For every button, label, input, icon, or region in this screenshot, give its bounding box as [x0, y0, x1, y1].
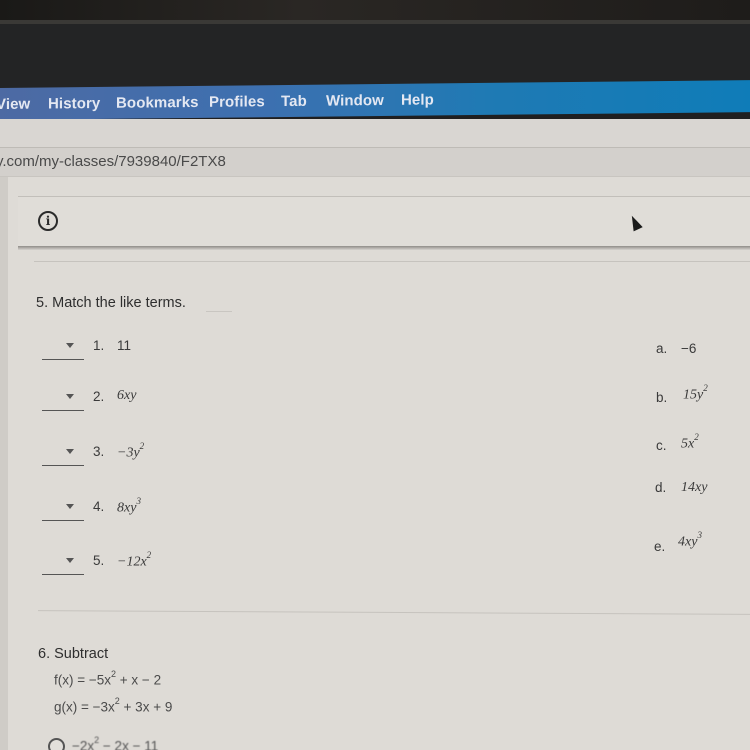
dropdown-arrow-icon [66, 558, 74, 563]
match-row-1: 1. 11 [0, 338, 750, 380]
match-dropdown-5[interactable] [42, 555, 84, 575]
choice-e-term: 4xy3 [678, 530, 702, 551]
item-term: 11 [117, 338, 132, 353]
option-prefix: −2x [72, 738, 95, 750]
term-exponent: 3 [697, 530, 702, 540]
item-number: 3. [93, 444, 105, 459]
item-number: 1. [93, 338, 105, 353]
match-dropdown-1[interactable] [42, 340, 84, 360]
dropdown-arrow-icon [66, 449, 74, 454]
info-icon[interactable]: i [38, 211, 58, 231]
function-f: f(x) = −5x2 + x − 2 [54, 669, 162, 688]
screen-dark-area [0, 24, 750, 90]
choice-c-letter: c. [656, 438, 667, 453]
match-row-5: 5. −12x2 [0, 550, 750, 595]
answer-option-1[interactable]: −2x2 − 2x − 11 [72, 735, 159, 750]
question-6-title: 6. Subtract [38, 646, 109, 662]
term-base: 8xy [117, 500, 137, 516]
choice-a-term: −6 [681, 341, 697, 356]
menu-tab[interactable]: Tab [281, 93, 307, 110]
menu-profiles[interactable]: Profiles [209, 93, 265, 111]
item-term: −3y2 [117, 441, 145, 462]
choice-b-letter: b. [656, 390, 668, 405]
item-term: 6xy [117, 388, 137, 403]
title-underline [206, 311, 232, 312]
item-term: −12x2 [117, 550, 152, 571]
dropdown-arrow-icon [66, 504, 74, 509]
menu-history[interactable]: History [48, 95, 100, 113]
g-suffix: + 3x + 9 [119, 699, 173, 715]
monitor-bezel [0, 0, 750, 22]
term-exponent: 2 [146, 550, 152, 560]
dropdown-arrow-icon [66, 343, 74, 348]
choice-d-term: 14xy [681, 480, 708, 495]
choice-d-letter: d. [655, 480, 667, 495]
question-5-title: 5. Match the like terms. [36, 295, 186, 311]
term-exponent: 2 [703, 383, 708, 393]
match-dropdown-4[interactable] [42, 501, 84, 521]
f-exponent: 2 [111, 669, 117, 679]
term-base: 15y [683, 387, 704, 403]
menu-bar: View History Bookmarks Profiles Tab Wind… [0, 80, 750, 120]
menu-window[interactable]: Window [326, 92, 384, 110]
item-number: 5. [93, 553, 105, 568]
f-suffix: + x − 2 [116, 672, 162, 688]
term-base: −12x [117, 554, 147, 570]
match-dropdown-3[interactable] [42, 446, 84, 466]
term-base: 4xy [678, 534, 698, 550]
option-exponent: 2 [94, 735, 100, 745]
choice-b-term: 15y2 [683, 383, 708, 404]
dropdown-arrow-icon [66, 394, 74, 399]
term-base: 5x [681, 436, 695, 452]
item-term: 8xy3 [117, 496, 141, 517]
item-number: 4. [93, 499, 105, 514]
browser-toolbar [0, 119, 750, 149]
choice-a-letter: a. [656, 341, 668, 356]
term-exponent: 3 [136, 496, 141, 506]
info-bar-shadow [18, 246, 750, 250]
g-exponent: 2 [114, 696, 120, 706]
item-number: 2. [93, 389, 105, 404]
term-exponent: 2 [694, 432, 699, 442]
match-row-2: 2. 6xy [0, 388, 750, 431]
answer-option-radio-1[interactable] [48, 738, 65, 750]
f-prefix: f(x) = −5x [54, 672, 112, 688]
url-text[interactable]: y.com/my-classes/7939840/F2TX8 [0, 153, 226, 170]
term-exponent: 2 [139, 441, 145, 451]
menu-help[interactable]: Help [401, 91, 434, 108]
g-prefix: g(x) = −3x [54, 699, 115, 715]
menu-view[interactable]: View [0, 96, 30, 113]
divider [34, 261, 750, 262]
match-row-4: 4. 8xy3 [0, 496, 750, 541]
choice-c-term: 5x2 [681, 432, 699, 453]
choice-e-letter: e. [654, 539, 666, 554]
function-g: g(x) = −3x2 + 3x + 9 [54, 696, 173, 715]
menu-bookmarks[interactable]: Bookmarks [116, 94, 199, 112]
option-suffix: − 2x − 11 [99, 738, 159, 750]
match-row-3: 3. −3y2 [0, 441, 750, 486]
match-dropdown-2[interactable] [42, 391, 84, 411]
term-base: −3y [117, 445, 140, 461]
address-bar[interactable]: y.com/my-classes/7939840/F2TX8 [0, 147, 750, 177]
